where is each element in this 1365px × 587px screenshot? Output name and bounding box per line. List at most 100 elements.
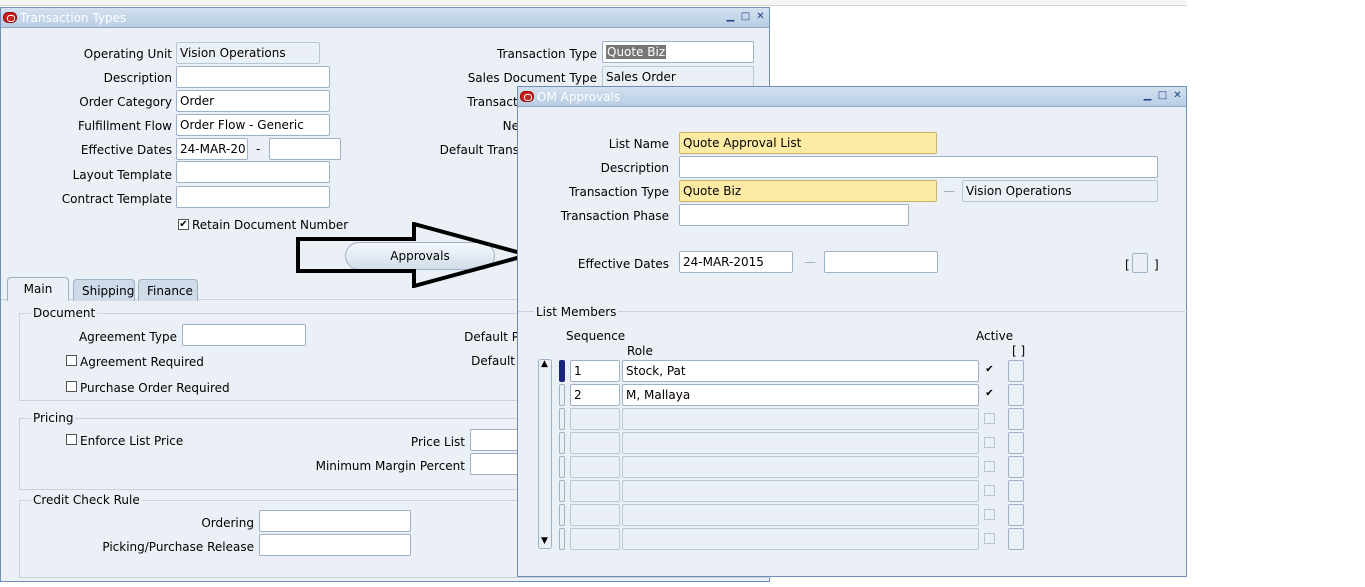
- role-cell[interactable]: [622, 456, 979, 478]
- minimize-icon[interactable]: ▁: [1141, 90, 1154, 103]
- effective-to-field[interactable]: [269, 138, 341, 160]
- role-cell[interactable]: [622, 480, 979, 502]
- order-category-label: Order Category: [79, 95, 172, 109]
- effective-to-field[interactable]: [824, 251, 938, 273]
- active-checkbox[interactable]: [984, 413, 995, 424]
- descriptive-flexfield[interactable]: [1132, 253, 1148, 273]
- description-field[interactable]: [176, 66, 330, 88]
- row-flexfield[interactable]: [1008, 456, 1024, 478]
- sequence-cell[interactable]: [570, 432, 620, 454]
- close-icon[interactable]: ✕: [754, 11, 767, 24]
- members-scrollbar[interactable]: [538, 359, 552, 549]
- order-category-field[interactable]: Order: [176, 90, 330, 112]
- picking-purchase-release-field[interactable]: [259, 534, 411, 556]
- sequence-cell[interactable]: [570, 528, 620, 550]
- maximize-icon[interactable]: □: [1156, 90, 1169, 103]
- row-indicator[interactable]: [559, 384, 565, 406]
- row-flexfield[interactable]: [1008, 480, 1024, 502]
- sales-document-type-label: Sales Document Type: [467, 71, 597, 85]
- description-field[interactable]: [679, 156, 1158, 178]
- operating-unit-label: Operating Unit: [83, 47, 172, 61]
- tab-finance[interactable]: Finance: [138, 279, 198, 301]
- sequence-cell[interactable]: 2: [570, 384, 620, 406]
- agreement-required-checkbox[interactable]: [66, 355, 77, 366]
- sales-document-type-field[interactable]: Sales Order: [602, 66, 754, 88]
- ordering-label: Ordering: [201, 516, 254, 530]
- role-header: Role: [627, 344, 653, 358]
- effective-dates-label: Effective Dates: [577, 257, 669, 271]
- effective-from-field[interactable]: 24-MAR-2015: [679, 251, 793, 273]
- maximize-icon[interactable]: □: [739, 11, 752, 24]
- active-checkbox[interactable]: [984, 461, 995, 472]
- row-indicator[interactable]: [559, 456, 565, 478]
- enforce-list-price-checkbox[interactable]: [66, 434, 77, 445]
- list-members-label: List Members: [534, 305, 619, 319]
- effective-dates-label: Effective Dates: [80, 143, 172, 157]
- transaction-type-field[interactable]: Quote Biz: [679, 180, 937, 202]
- effective-dates-dash: —: [804, 255, 816, 269]
- sequence-cell[interactable]: [570, 456, 620, 478]
- sequence-header: Sequence: [566, 329, 626, 343]
- role-cell[interactable]: [622, 504, 979, 526]
- sequence-cell[interactable]: [570, 480, 620, 502]
- row-indicator[interactable]: [559, 528, 565, 550]
- om-approvals-window: OM Approvals ▁ □ ✕ List Name Quote Appro…: [517, 86, 1188, 577]
- role-cell[interactable]: [622, 528, 979, 550]
- agreement-type-label: Agreement Type: [78, 330, 177, 344]
- tab-main[interactable]: Main: [7, 277, 69, 301]
- transaction-phase-field[interactable]: [679, 204, 909, 226]
- operating-unit-field[interactable]: Vision Operations: [176, 42, 320, 64]
- ne-partial-label: Ne: [502, 119, 519, 133]
- row-flexfield[interactable]: [1008, 504, 1024, 526]
- list-name-field[interactable]: Quote Approval List: [679, 132, 937, 154]
- contract-template-label: Contract Template: [61, 192, 172, 206]
- row-flexfield[interactable]: [1008, 384, 1024, 406]
- active-checkbox[interactable]: [984, 485, 995, 496]
- active-checkbox[interactable]: ✔: [984, 365, 995, 376]
- om-approvals-titlebar[interactable]: OM Approvals ▁ □ ✕: [518, 87, 1186, 107]
- row-indicator[interactable]: [559, 432, 565, 454]
- role-cell[interactable]: M, Mallaya: [622, 384, 979, 406]
- row-indicator[interactable]: [559, 504, 565, 526]
- tab-shipping[interactable]: Shipping: [73, 279, 135, 301]
- transaction-type-dash: —: [943, 184, 955, 198]
- transaction-type-field[interactable]: Quote Biz: [602, 41, 754, 63]
- retain-document-number-checkbox[interactable]: ✔: [178, 219, 189, 230]
- sequence-cell[interactable]: 1: [570, 360, 620, 382]
- description-label: Description: [600, 161, 669, 175]
- role-cell[interactable]: [622, 432, 979, 454]
- minimize-icon[interactable]: ▁: [724, 11, 737, 24]
- transaction-phase-label: Transaction Phase: [560, 209, 669, 223]
- active-checkbox[interactable]: ✔: [984, 389, 995, 400]
- active-checkbox[interactable]: [984, 533, 995, 544]
- sequence-cell[interactable]: [570, 504, 620, 526]
- row-indicator[interactable]: [559, 480, 565, 502]
- top-toolbar-strip: [0, 0, 1187, 6]
- active-checkbox[interactable]: [984, 509, 995, 520]
- picking-purchase-release-label: Picking/Purchase Release: [102, 540, 254, 554]
- agreement-type-field[interactable]: [182, 324, 306, 346]
- active-checkbox[interactable]: [984, 437, 995, 448]
- sequence-cell[interactable]: [570, 408, 620, 430]
- contract-template-field[interactable]: [176, 186, 330, 208]
- fulfillment-flow-field[interactable]: Order Flow - Generic: [176, 114, 330, 136]
- operating-unit-field[interactable]: Vision Operations: [962, 180, 1158, 202]
- current-row-indicator[interactable]: [559, 360, 565, 382]
- scroll-up-icon[interactable]: ▲: [541, 359, 548, 369]
- row-flexfield[interactable]: [1008, 528, 1024, 550]
- effective-from-field[interactable]: 24-MAR-20: [176, 138, 248, 160]
- role-cell[interactable]: Stock, Pat: [622, 360, 979, 382]
- purchase-order-required-checkbox[interactable]: [66, 381, 77, 392]
- close-icon[interactable]: ✕: [1171, 90, 1184, 103]
- layout-template-field[interactable]: [176, 161, 330, 183]
- transaction-types-titlebar[interactable]: Transaction Types ▁ □ ✕: [1, 8, 769, 28]
- row-flexfield[interactable]: [1008, 360, 1024, 382]
- row-flexfield[interactable]: [1008, 408, 1024, 430]
- scroll-down-icon[interactable]: ▼: [541, 536, 548, 546]
- purchase-order-required-label: Purchase Order Required: [80, 381, 230, 395]
- role-cell[interactable]: [622, 408, 979, 430]
- fulfillment-flow-label: Fulfillment Flow: [77, 119, 172, 133]
- row-indicator[interactable]: [559, 408, 565, 430]
- row-flexfield[interactable]: [1008, 432, 1024, 454]
- ordering-field[interactable]: [259, 510, 411, 532]
